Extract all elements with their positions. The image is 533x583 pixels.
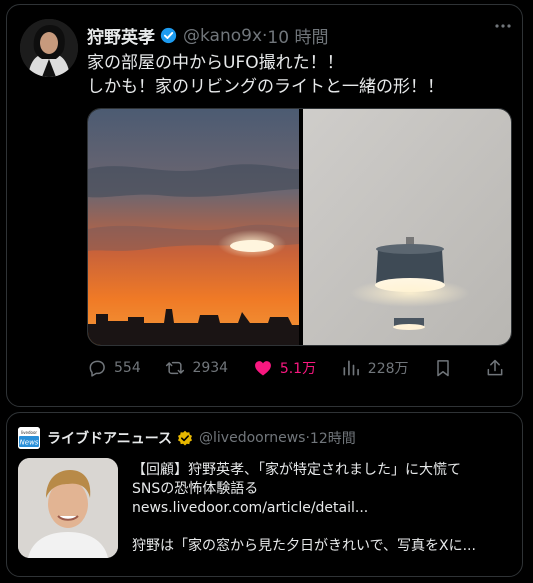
tweet-media[interactable] xyxy=(87,108,512,346)
action-bar: 554 2934 5.1万 228万 xyxy=(87,355,512,381)
reply-count: 554 xyxy=(114,360,141,376)
verified-gold-badge-icon xyxy=(177,430,193,446)
like-button[interactable]: 5.1万 xyxy=(253,358,316,378)
reply-icon xyxy=(89,360,105,377)
article-preview[interactable]: 【回顧】狩野英孝、「家が特定されました」に大慌て SNSの恐怖体験語る news… xyxy=(132,461,512,556)
author-avatar[interactable] xyxy=(20,19,78,77)
tweet-header: 狩野英孝 @kano9x · 10 時間 xyxy=(87,23,328,49)
like-count: 5.1万 xyxy=(279,361,317,377)
article-headline-line2: SNSの恐怖体験語る xyxy=(132,481,259,497)
share-button[interactable] xyxy=(485,358,512,378)
livedoor-news-logo[interactable]: livedoor News xyxy=(18,427,40,449)
article-excerpt: 狩野は「家の窓から見た夕日がきれいで、写真をXに... xyxy=(132,538,476,554)
more-icon[interactable] xyxy=(494,17,512,39)
views-button[interactable]: 228万 xyxy=(341,358,409,378)
article-thumbnail[interactable] xyxy=(18,458,118,558)
bookmark-icon xyxy=(437,360,449,377)
views-count: 228万 xyxy=(367,361,409,377)
svg-text:livedoor: livedoor xyxy=(21,430,37,435)
retweet-icon xyxy=(166,361,185,375)
quote-header: ライブドアニュース @livedoornews · 12時間 xyxy=(47,428,356,448)
share-icon xyxy=(487,359,503,376)
author-handle[interactable]: @kano9x xyxy=(183,26,262,46)
article-headline-line1: 【回顧】狩野英孝、「家が特定されました」に大慌て xyxy=(132,462,461,478)
tweet-time[interactable]: 10 時間 xyxy=(267,23,328,48)
retweet-button[interactable]: 2934 xyxy=(165,358,228,378)
like-icon xyxy=(254,361,271,376)
tweet-text: 家の部屋の中からUFO撮れた！！ しかも！家のリビングのライトと一緒の形！！ xyxy=(87,53,444,97)
retweet-count: 2934 xyxy=(192,360,229,376)
quote-author-handle[interactable]: @livedoornews xyxy=(199,430,305,446)
reply-button[interactable]: 554 xyxy=(87,358,141,378)
article-link[interactable]: news.livedoor.com/article/detail... xyxy=(132,499,512,518)
verified-badge-icon xyxy=(160,27,177,44)
tweet-card[interactable]: 狩野英孝 @kano9x · 10 時間 家の部屋の中からUFO撮れた！！ しか… xyxy=(6,4,523,407)
views-icon xyxy=(343,360,359,376)
quoted-tweet-card[interactable]: livedoor News ライブドアニュース @livedoornews · … xyxy=(6,412,523,577)
svg-text:News: News xyxy=(20,439,39,447)
quote-author-name[interactable]: ライブドアニュース xyxy=(47,428,172,448)
sunset-photo[interactable] xyxy=(88,109,299,346)
author-name[interactable]: 狩野英孝 xyxy=(87,23,155,48)
quote-time[interactable]: 12時間 xyxy=(310,428,356,448)
bookmark-button[interactable] xyxy=(433,358,460,378)
ceiling-light-photo[interactable] xyxy=(303,109,512,346)
